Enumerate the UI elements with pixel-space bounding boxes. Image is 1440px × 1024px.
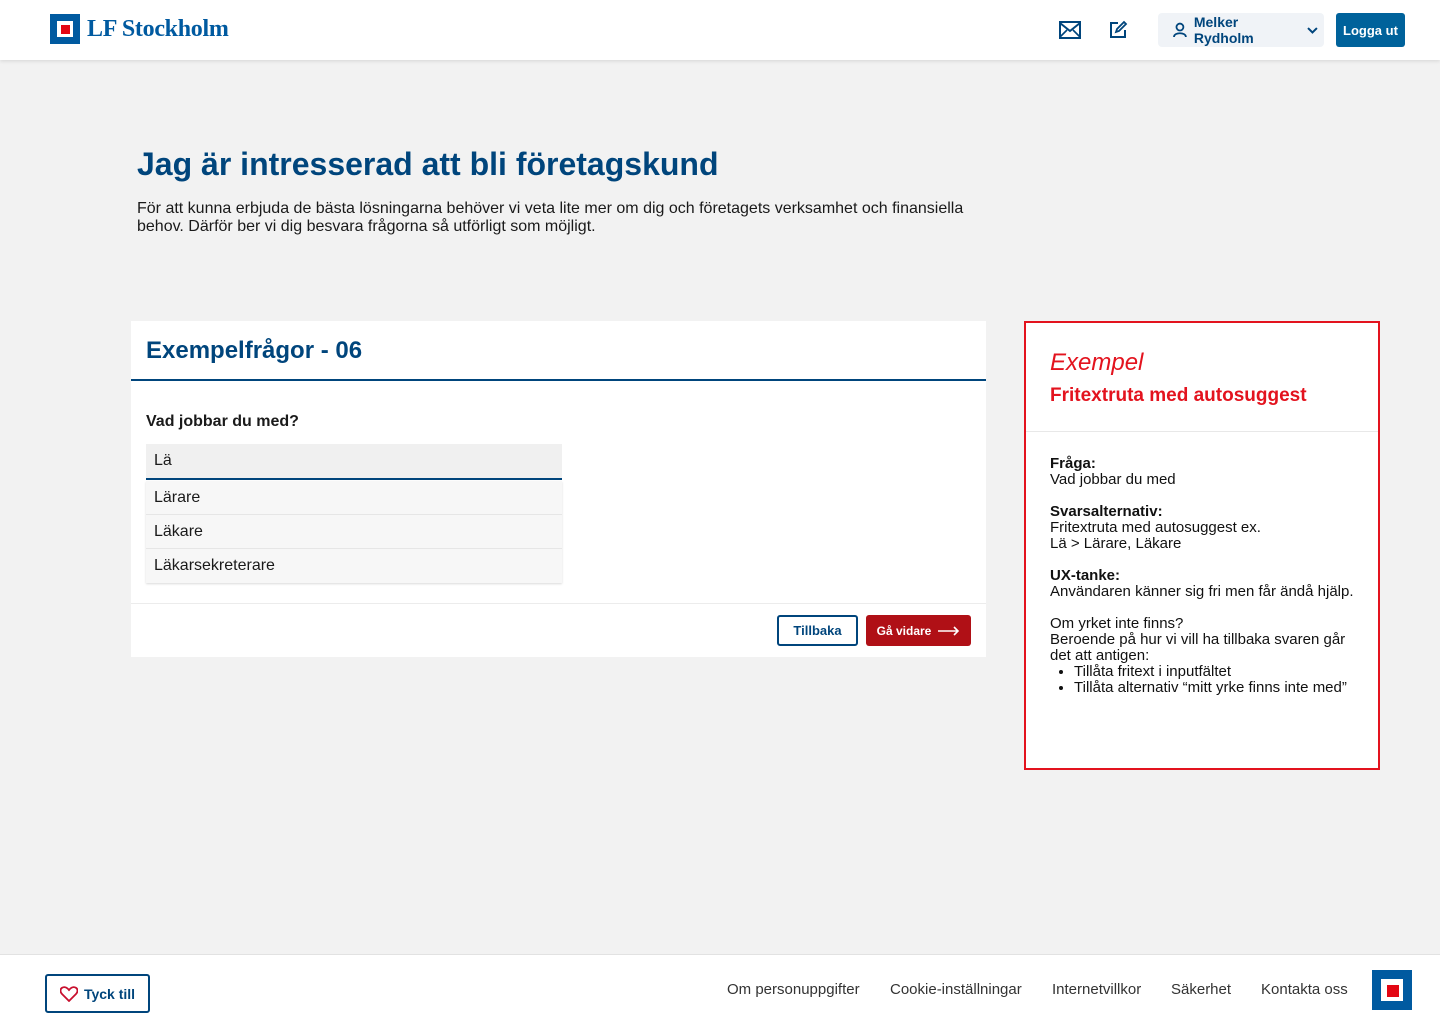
card-title-divider: [131, 379, 986, 381]
card-footer-divider: [131, 603, 986, 604]
example-subheading: Fritextruta med autosuggest: [1050, 385, 1307, 406]
feedback-label: Tyck till: [83, 985, 136, 1002]
footer-link-cookies[interactable]: Cookie-inställningar: [890, 981, 1022, 998]
autosuggest-list: Lärare Läkare Läkarsekreterare: [146, 481, 562, 583]
next-button[interactable]: Gå vidare: [866, 615, 971, 646]
footer-link-privacy[interactable]: Om personuppgifter: [727, 981, 860, 998]
ux-heading: UX-tanke:: [1050, 567, 1121, 584]
answers-example: Lä > Lärare, Läkare: [1050, 535, 1182, 552]
arrow-right-icon: [938, 625, 960, 636]
example-heading: Exempel: [1050, 349, 1144, 376]
logout-button[interactable]: Logga ut: [1336, 13, 1405, 47]
card-title: Exempelfrågor - 06: [146, 337, 363, 364]
feedback-button[interactable]: Tyck till: [45, 974, 150, 1013]
question-text: Vad jobbar du med: [1050, 471, 1176, 488]
logo-text: LF Stockholm: [87, 15, 229, 42]
missing-question: Om yrket inte finns?: [1050, 615, 1184, 632]
next-button-label: Gå vidare: [876, 623, 932, 638]
user-name: Melker Rydholm: [1193, 14, 1254, 46]
page-title: Jag är intresserad att bli företagskund: [137, 146, 719, 182]
heart-icon: [59, 985, 78, 1002]
example-annotation-box: Exempel Fritextruta med autosuggest Fråg…: [1024, 321, 1380, 770]
footer-link-security[interactable]: Säkerhet: [1171, 981, 1231, 998]
chevron-down-icon: [1307, 26, 1318, 34]
answers-heading: Svarsalternativ:: [1050, 503, 1163, 520]
ux-text: Användaren känner sig fri men får ändå h…: [1050, 583, 1354, 600]
lf-stockholm-logo[interactable]: LF Stockholm: [50, 14, 229, 44]
answers-text: Fritextruta med autosuggest ex.: [1050, 519, 1261, 536]
page-intro-text: För att kunna erbjuda de bästa lösningar…: [137, 200, 964, 235]
user-icon: [1173, 22, 1187, 38]
footer-logo-icon[interactable]: [1372, 970, 1412, 1010]
top-header: LF Stockholm Melker Rydholm Logga ut: [0, 0, 1440, 60]
suggestion-item[interactable]: Lärare: [146, 481, 562, 515]
back-button[interactable]: Tillbaka: [777, 615, 858, 646]
options-list: Tillåta fritext i inputfältet Tillåta al…: [1074, 664, 1360, 696]
logo-mark-icon: [50, 14, 80, 44]
user-menu-button[interactable]: Melker Rydholm: [1158, 13, 1324, 47]
question-label: Vad jobbar du med?: [146, 413, 299, 430]
option-bullet: Tillåta alternativ “mitt yrke finns inte…: [1074, 680, 1360, 696]
suggestion-item[interactable]: Läkare: [146, 515, 562, 549]
footer-link-terms[interactable]: Internetvillkor: [1052, 981, 1141, 998]
example-divider: [1026, 431, 1378, 432]
suggestion-item[interactable]: Läkarsekreterare: [146, 549, 562, 583]
footer-link-contact[interactable]: Kontakta oss: [1261, 981, 1348, 998]
edit-icon[interactable]: [1106, 18, 1130, 42]
missing-text: Beroende på hur vi vill ha tillbaka svar…: [1050, 631, 1346, 664]
option-bullet: Tillåta fritext i inputfältet: [1074, 664, 1360, 680]
question-heading: Fråga:: [1050, 455, 1096, 472]
question-card: Exempelfrågor - 06 Vad jobbar du med? Lä…: [131, 321, 986, 657]
occupation-input[interactable]: [146, 444, 562, 480]
mail-icon[interactable]: [1058, 18, 1082, 42]
page-footer: Tyck till Om personuppgifter Cookie-inst…: [0, 954, 1440, 1024]
example-body: Fråga: Vad jobbar du med Svarsalternativ…: [1050, 456, 1360, 696]
